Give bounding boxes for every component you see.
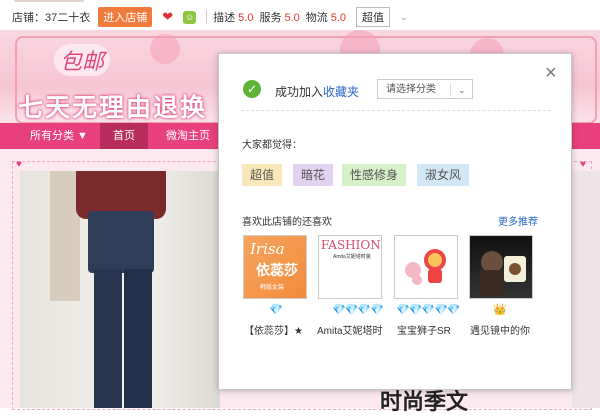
return-policy-slogan: 七天无理由退换 [18,94,208,122]
favorites-link[interactable]: 收藏夹 [323,85,359,99]
score-description: 描述 5.0 [213,12,254,24]
photo-skirt [88,211,154,273]
tag-item[interactable]: 暗花 [293,164,334,186]
close-icon[interactable]: × [545,63,557,83]
recommend-title: 喜欢此店铺的还喜欢 [242,217,332,228]
top-edge [0,0,600,4]
more-recommendations-link[interactable]: 更多推荐 [498,213,538,228]
tag-item[interactable]: 超值 [242,164,283,186]
heart-icon[interactable]: ❤ [162,9,173,25]
cut-off-text [14,0,84,2]
nav-weitao-home[interactable]: 微淘主页 [160,123,216,149]
category-placeholder: 请选择分类 [386,84,436,95]
shop-name[interactable]: 37二十衣 [45,12,90,24]
shop-info-bar: 店铺：37二十衣 进入店铺 ❤ ☺ 描述 5.0 服务 5.0 物流 5.0 超值 ⌄ [0,6,600,28]
heart-decoration-icon: ♥ [580,159,586,170]
check-circle-icon: ✓ [243,80,261,98]
success-message: 成功加入收藏夹 [275,85,360,99]
enter-shop-button[interactable]: 进入店铺 [98,7,153,27]
thumb-logo-text: Irisa [250,240,285,258]
wangwang-icon[interactable]: ☺ [183,10,197,24]
favorite-success-popup: × ✓ 成功加入收藏夹 请选择分类 ⌄ 大家都觉得： 超值 暗花 性感修身 淑女… [218,53,572,390]
thumb-logo-text: FASHION [321,238,381,252]
dashed-divider [241,110,551,111]
thumb-logo-text: 韩版女装 [260,285,285,291]
nav-home[interactable]: 首页 [100,123,148,149]
divider [206,10,208,24]
chevron-down-icon[interactable]: ⌄ [400,12,408,23]
shop-thumbnail[interactable] [394,235,458,299]
shop-name[interactable]: 【依蕊莎】★ [244,322,303,337]
value-button[interactable]: 超值 [356,7,391,27]
divider [450,83,451,97]
thumbnail-image [395,236,457,298]
thumbnail-image [470,236,532,298]
thumbnail-image: Irisa 依蕊莎 韩版女装 [244,236,306,298]
rank-crown-icon: 👑 [493,304,507,316]
everyone-thinks-label: 大家都觉得： [242,140,302,151]
shop-name[interactable]: 遇见镜中的你 [470,322,530,337]
shop-thumbnail[interactable]: Irisa 依蕊莎 韩版女装 [243,235,307,299]
thumb-logo-text: 依蕊莎 [256,262,298,278]
photo-leg [94,269,122,408]
chevron-down-icon: ⌄ [458,85,466,95]
thumb-logo-text: Amita艾妮塔时装 [333,254,371,260]
shop-label: 店铺：37二十衣 [12,12,91,24]
photo-leg [124,269,152,408]
rank-diamond-icon: 💎💎💎💎💎 [396,304,460,316]
rank-diamond-icon: 💎 [269,304,283,316]
shop-thumbnail[interactable] [469,235,533,299]
score-service: 服务 5.0 [259,12,300,24]
product-photo[interactable] [20,171,220,408]
thumbnail-image: FASHION Amita艾妮塔时装 [319,236,381,298]
product-photo-edge [572,171,600,408]
shop-thumbnail[interactable]: FASHION Amita艾妮塔时装 [318,235,382,299]
rank-diamond-icon: 💎💎💎💎 [332,304,384,316]
tag-item[interactable]: 淑女风 [417,164,470,186]
shop-name[interactable]: Amita艾妮塔时 [317,322,383,337]
nav-all-categories[interactable]: 所有分类 ▼ [22,123,96,149]
shop-name[interactable]: 宝宝狮子SR [397,322,451,337]
heart-decoration-icon: ♥ [16,159,22,170]
photo-thumbnail-icon [480,251,526,296]
free-shipping-text: 包邮 [54,44,111,76]
score-logistics: 物流 5.0 [305,12,347,24]
lion-logo-icon [405,249,446,285]
category-select[interactable]: 请选择分类 ⌄ [377,79,473,99]
tag-item[interactable]: 性感修身 [342,164,407,186]
